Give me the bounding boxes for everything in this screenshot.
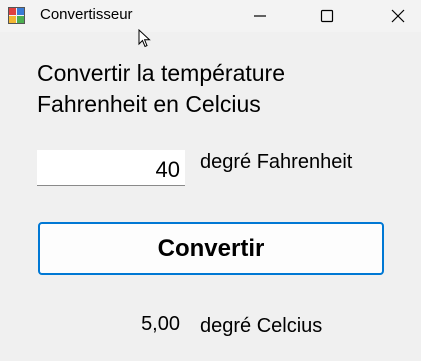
celsius-result-value: 5,00 (141, 313, 180, 335)
convert-button[interactable]: Convertir (38, 222, 384, 275)
page-heading: Convertir la température Fahrenheit en C… (37, 58, 397, 120)
fahrenheit-unit-label: degré Fahrenheit (200, 151, 353, 173)
title-bar[interactable]: Convertisseur (0, 0, 421, 32)
app-icon (8, 7, 25, 24)
close-button[interactable] (375, 0, 421, 32)
maximize-icon (320, 9, 334, 23)
minimize-icon (254, 15, 266, 17)
heading-line-1: Convertir la température (37, 60, 285, 86)
fahrenheit-input[interactable] (37, 150, 185, 186)
window-title: Convertisseur (40, 6, 133, 23)
app-window: Convertisseur Convertir la température F… (0, 0, 421, 361)
celsius-unit-label: degré Celcius (200, 315, 323, 337)
close-icon (391, 9, 405, 23)
maximize-button[interactable] (304, 0, 350, 32)
mouse-cursor-icon (138, 29, 151, 48)
heading-line-2: Fahrenheit en Celcius (37, 91, 261, 117)
minimize-button[interactable] (237, 0, 283, 32)
